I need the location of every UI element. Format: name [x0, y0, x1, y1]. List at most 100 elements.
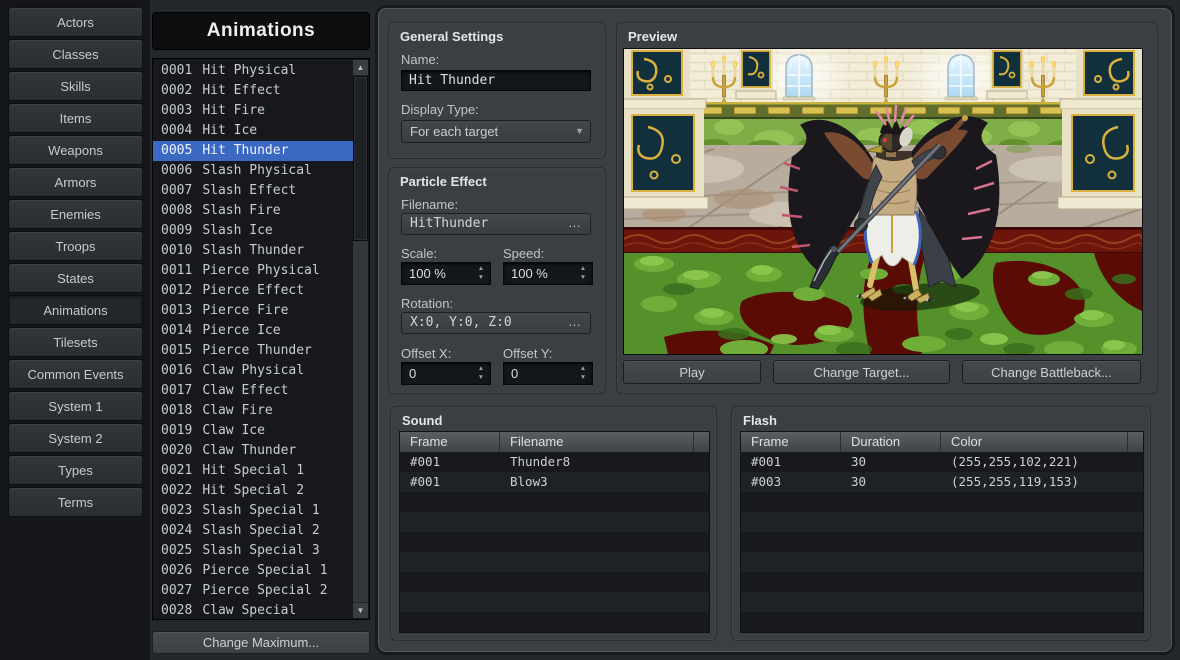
sound-title: Sound [402, 413, 442, 428]
scroll-up-button[interactable]: ▲ [353, 60, 368, 76]
spinner-down-icon[interactable]: ▼ [475, 374, 487, 383]
flash-row-empty [741, 572, 1143, 592]
offset-y-value: 0 [511, 363, 518, 384]
change-battleback-button[interactable]: Change Battleback... [962, 360, 1141, 384]
flash-column-header-frame[interactable]: Frame [741, 432, 841, 452]
list-item-0016[interactable]: 0016Claw Physical [153, 361, 353, 381]
sound-group: Sound FrameFilename#001Thunder8#001Blow3 [390, 406, 717, 641]
speed-spinner[interactable]: 100 % ▲▼ [503, 262, 593, 285]
sound-row-1[interactable]: #001Thunder8 [400, 452, 709, 472]
spinner-up-icon[interactable]: ▲ [475, 365, 487, 374]
play-button[interactable]: Play [623, 360, 761, 384]
list-item-0011[interactable]: 0011Pierce Physical [153, 261, 353, 281]
spinner-up-icon[interactable]: ▲ [577, 365, 589, 374]
flash-column-header-color[interactable]: Color [941, 432, 1128, 452]
sound-row-empty [400, 612, 709, 632]
list-item-0007[interactable]: 0007Slash Effect [153, 181, 353, 201]
sidebar-item-animations[interactable]: Animations [8, 295, 143, 325]
change-target-button[interactable]: Change Target... [773, 360, 950, 384]
rotation-field[interactable]: X:0, Y:0, Z:0 … [401, 312, 591, 334]
list-item-0013[interactable]: 0013Pierce Fire [153, 301, 353, 321]
list-item-0026[interactable]: 0026Pierce Special 1 [153, 561, 353, 581]
list-item-0025[interactable]: 0025Slash Special 3 [153, 541, 353, 561]
sidebar-item-actors[interactable]: Actors [8, 7, 143, 37]
list-item-0023[interactable]: 0023Slash Special 1 [153, 501, 353, 521]
display-type-label: Display Type: [401, 102, 479, 117]
sidebar-item-tilesets[interactable]: Tilesets [8, 327, 143, 357]
scrollbar-thumb[interactable] [353, 76, 368, 241]
scroll-down-button[interactable]: ▼ [353, 602, 368, 618]
offset-y-spinner[interactable]: 0 ▲▼ [503, 362, 593, 385]
spinner-up-icon[interactable]: ▲ [577, 265, 589, 274]
list-item-0015[interactable]: 0015Pierce Thunder [153, 341, 353, 361]
sidebar-item-common-events[interactable]: Common Events [8, 359, 143, 389]
list-item-0022[interactable]: 0022Hit Special 2 [153, 481, 353, 501]
list-item-0009[interactable]: 0009Slash Ice [153, 221, 353, 241]
list-item-0018[interactable]: 0018Claw Fire [153, 401, 353, 421]
list-item-0003[interactable]: 0003Hit Fire [153, 101, 353, 121]
spinner-arrows[interactable]: ▲▼ [475, 365, 487, 382]
spinner-down-icon[interactable]: ▼ [577, 374, 589, 383]
scale-label: Scale: [401, 246, 437, 261]
filename-label: Filename: [401, 197, 458, 212]
sidebar-item-terms[interactable]: Terms [8, 487, 143, 517]
sound-cell-filename: Thunder8 [500, 452, 694, 472]
list-item-0004[interactable]: 0004Hit Ice [153, 121, 353, 141]
sidebar-item-classes[interactable]: Classes [8, 39, 143, 69]
list-item-0027[interactable]: 0027Pierce Special 2 [153, 581, 353, 601]
sound-column-header-filename[interactable]: Filename [500, 432, 694, 452]
list-item-0020[interactable]: 0020Claw Thunder [153, 441, 353, 461]
sound-row-2[interactable]: #001Blow3 [400, 472, 709, 492]
sidebar-item-enemies[interactable]: Enemies [8, 199, 143, 229]
flash-table[interactable]: FrameDurationColor#00130(255,255,102,221… [740, 431, 1144, 633]
preview-group: Preview [616, 22, 1158, 394]
list-item-0010[interactable]: 0010Slash Thunder [153, 241, 353, 261]
name-input[interactable] [401, 70, 591, 91]
sidebar-item-armors[interactable]: Armors [8, 167, 143, 197]
list-item-0002[interactable]: 0002Hit Effect [153, 81, 353, 101]
spinner-up-icon[interactable]: ▲ [475, 265, 487, 274]
list-item-0005[interactable]: 0005Hit Thunder [153, 141, 353, 161]
sidebar-item-weapons[interactable]: Weapons [8, 135, 143, 165]
sidebar-item-types[interactable]: Types [8, 455, 143, 485]
sidebar-item-states[interactable]: States [8, 263, 143, 293]
offset-x-value: 0 [409, 363, 416, 384]
change-maximum-button[interactable]: Change Maximum... [152, 631, 370, 654]
sidebar-item-system-2[interactable]: System 2 [8, 423, 143, 453]
filename-field[interactable]: HitThunder … [401, 213, 591, 235]
flash-cell-duration: 30 [841, 472, 941, 492]
sound-column-header-frame[interactable]: Frame [400, 432, 500, 452]
offset-x-spinner[interactable]: 0 ▲▼ [401, 362, 491, 385]
flash-row-2[interactable]: #00330(255,255,119,153) [741, 472, 1143, 492]
flash-row-1[interactable]: #00130(255,255,102,221) [741, 452, 1143, 472]
sound-table[interactable]: FrameFilename#001Thunder8#001Blow3 [399, 431, 710, 633]
spinner-arrows[interactable]: ▲▼ [475, 265, 487, 282]
spinner-arrows[interactable]: ▲▼ [577, 365, 589, 382]
list-scrollbar[interactable]: ▲ ▼ [353, 60, 368, 618]
sidebar-item-skills[interactable]: Skills [8, 71, 143, 101]
list-item-0012[interactable]: 0012Pierce Effect [153, 281, 353, 301]
list-item-0014[interactable]: 0014Pierce Ice [153, 321, 353, 341]
scale-spinner[interactable]: 100 % ▲▼ [401, 262, 491, 285]
sidebar-item-items[interactable]: Items [8, 103, 143, 133]
flash-row-empty [741, 492, 1143, 512]
display-type-value: For each target [410, 121, 498, 142]
sidebar-item-system-1[interactable]: System 1 [8, 391, 143, 421]
display-type-select[interactable]: For each target ▼ [401, 120, 591, 143]
list-item-0028[interactable]: 0028Claw Special [153, 601, 353, 621]
sidebar-item-troops[interactable]: Troops [8, 231, 143, 261]
flash-column-header-duration[interactable]: Duration [841, 432, 941, 452]
spinner-arrows[interactable]: ▲▼ [577, 265, 589, 282]
animation-list[interactable]: 0001Hit Physical0002Hit Effect0003Hit Fi… [152, 58, 370, 620]
list-item-0021[interactable]: 0021Hit Special 1 [153, 461, 353, 481]
list-item-0017[interactable]: 0017Claw Effect [153, 381, 353, 401]
list-item-0019[interactable]: 0019Claw Ice [153, 421, 353, 441]
spinner-down-icon[interactable]: ▼ [577, 274, 589, 283]
flash-title: Flash [743, 413, 777, 428]
spinner-down-icon[interactable]: ▼ [475, 274, 487, 283]
list-item-0001[interactable]: 0001Hit Physical [153, 61, 353, 81]
list-item-0006[interactable]: 0006Slash Physical [153, 161, 353, 181]
list-item-0024[interactable]: 0024Slash Special 2 [153, 521, 353, 541]
general-settings-title: General Settings [400, 29, 503, 44]
list-item-0008[interactable]: 0008Slash Fire [153, 201, 353, 221]
